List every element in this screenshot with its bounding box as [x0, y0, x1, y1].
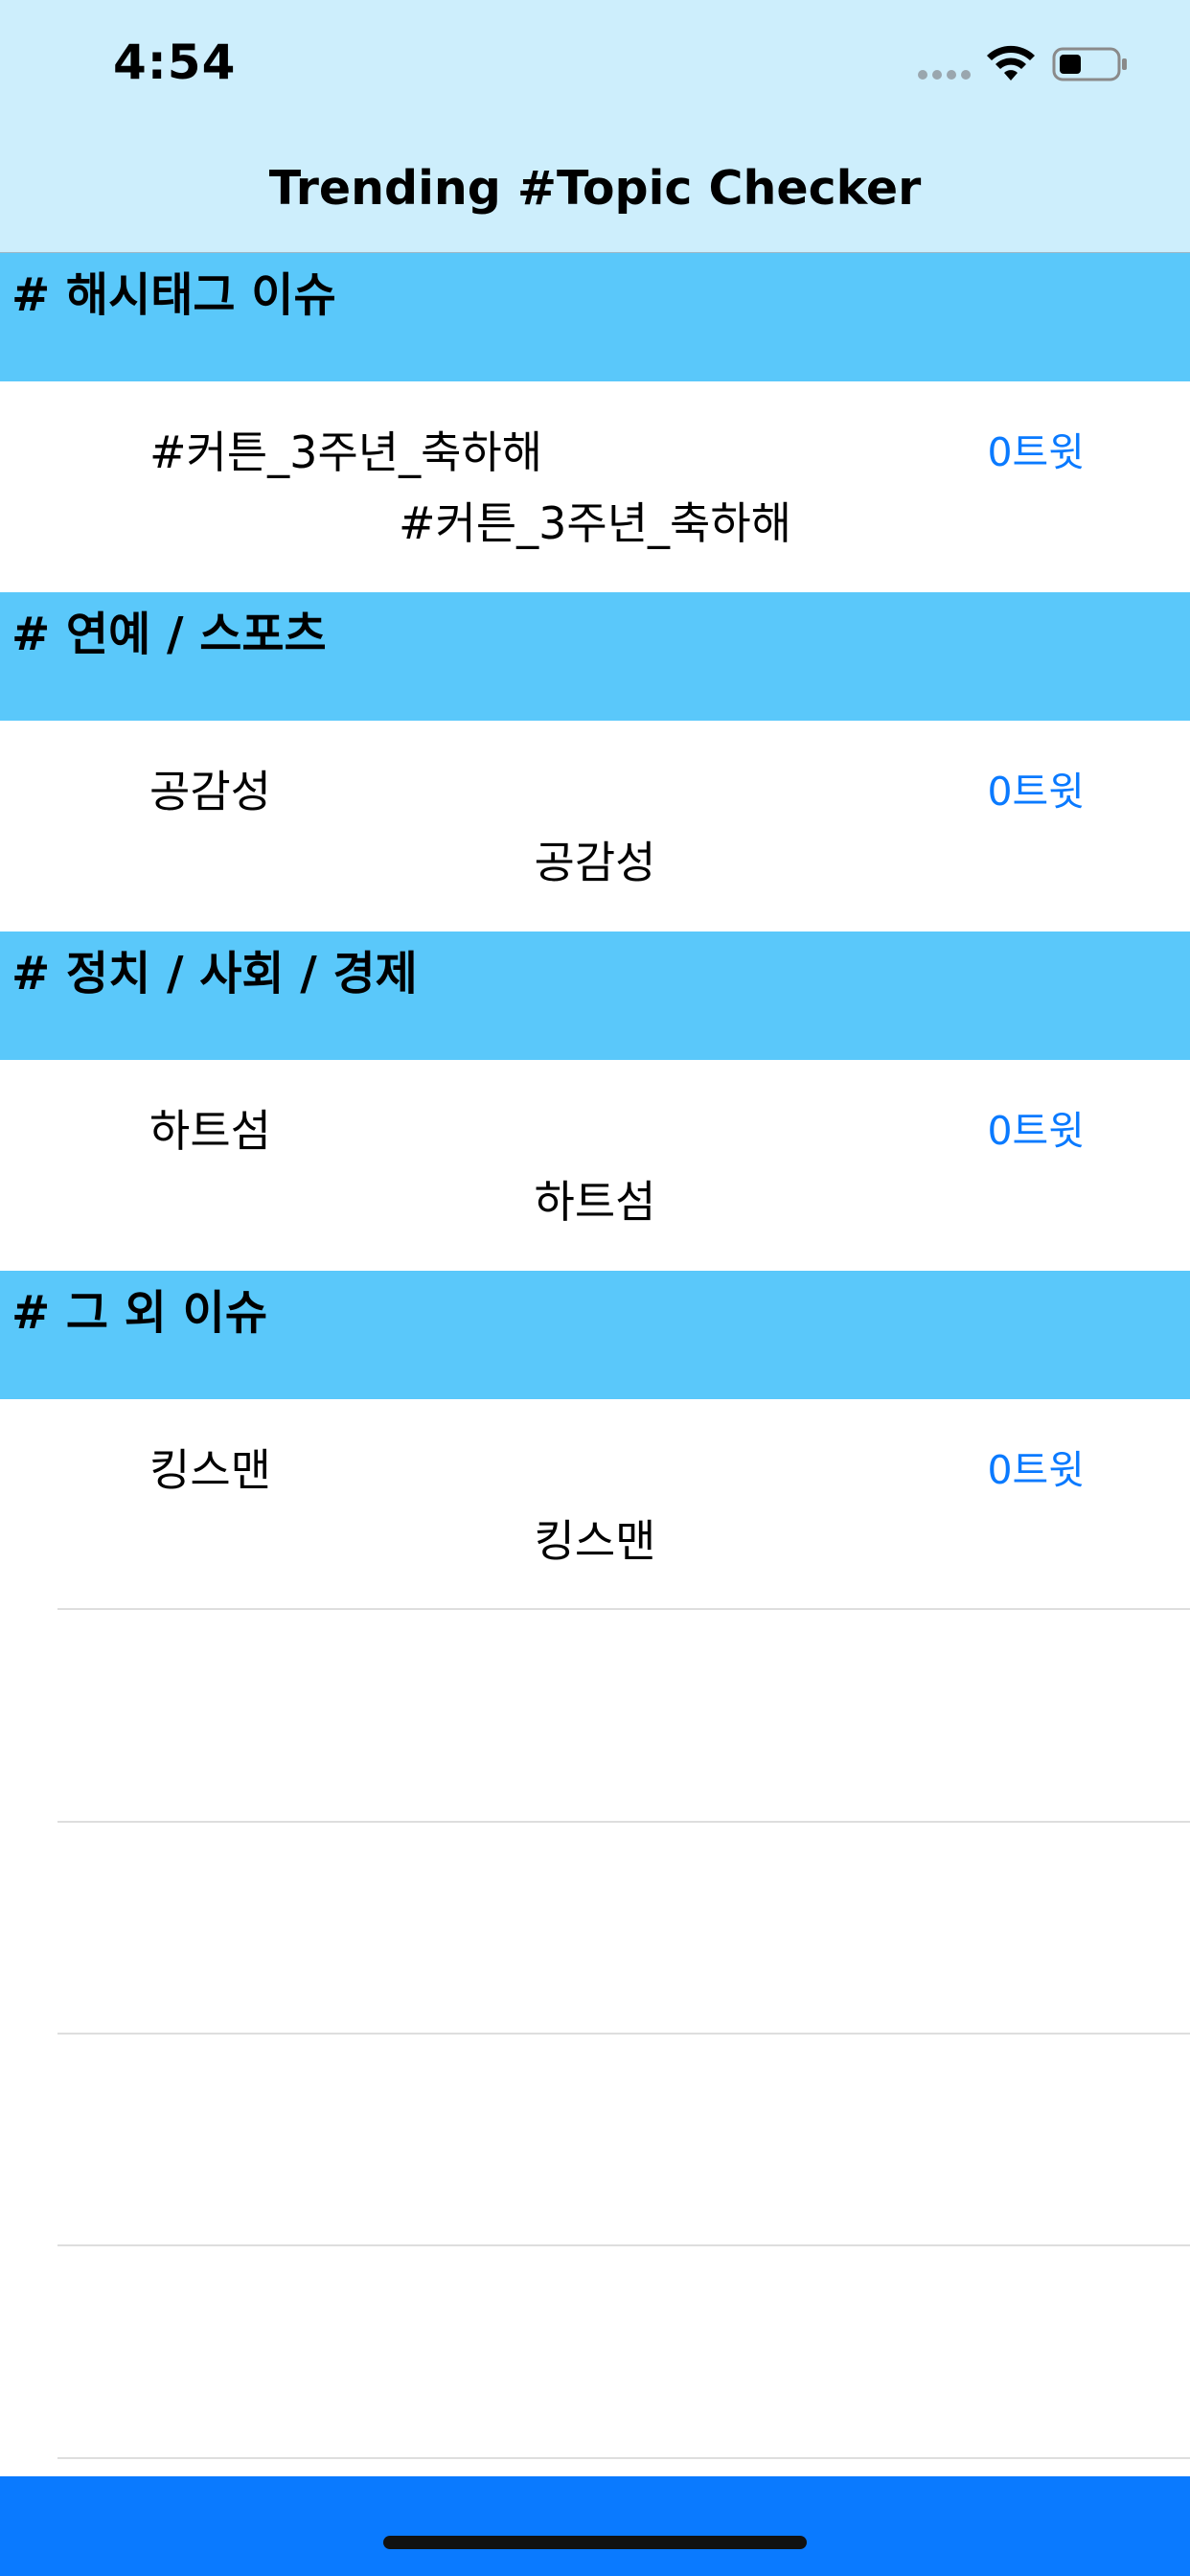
- topic-row[interactable]: 하트섬 0트윗 하트섬: [0, 1060, 1190, 1271]
- topic-subtitle: 킹스맨: [534, 1515, 656, 1567]
- section-header: # 그 외 이슈: [0, 1271, 1190, 1399]
- signal-dots-icon: [918, 70, 972, 81]
- wifi-icon: [987, 45, 1035, 80]
- section-header: # 정치 / 사회 / 경제: [0, 932, 1190, 1060]
- topic-title: 하트섬: [149, 1105, 271, 1157]
- tweet-count: 0트윗: [987, 1108, 1085, 1154]
- tweet-count: 0트윗: [987, 769, 1085, 815]
- topic-row[interactable]: #커튼_3주년_축하해 0트윗 #커튼_3주년_축하해: [0, 381, 1190, 592]
- row-separator: [57, 2457, 1190, 2459]
- tweet-count: 0트윗: [987, 429, 1085, 475]
- topic-subtitle: 공감성: [534, 837, 656, 888]
- home-indicator[interactable]: [383, 2536, 807, 2549]
- bottom-bar: [0, 2476, 1190, 2576]
- topic-title: 공감성: [149, 766, 271, 817]
- section-header: # 연예 / 스포츠: [0, 592, 1190, 721]
- row-separator: [57, 1608, 1190, 1610]
- section-header: # 해시태그 이슈: [0, 253, 1190, 381]
- topic-title: #커튼_3주년_축하해: [149, 426, 543, 478]
- navigation-bar: 4:54 Trending #Topic Checker: [0, 0, 1190, 253]
- page-title: Trending #Topic Checker: [268, 161, 922, 216]
- tweet-count: 0트윗: [987, 1447, 1085, 1493]
- topic-row[interactable]: 킹스맨 0트윗 킹스맨: [0, 1399, 1190, 1610]
- section-title: # 연예 / 스포츠: [11, 608, 327, 661]
- topic-row[interactable]: 공감성 0트윗 공감성: [0, 721, 1190, 932]
- status-time: 4:54: [113, 34, 237, 90]
- app-screen: 4:54 Trending #Topic Checker # 해시태그 이슈 #…: [0, 0, 1190, 2576]
- topic-title: 킹스맨: [149, 1444, 271, 1496]
- row-separator: [57, 2033, 1190, 2035]
- topic-subtitle: 하트섬: [534, 1176, 656, 1228]
- topic-subtitle: #커튼_3주년_축하해: [398, 497, 792, 549]
- battery-icon: [1052, 47, 1127, 81]
- section-title: # 그 외 이슈: [11, 1286, 267, 1340]
- row-separator: [57, 2244, 1190, 2246]
- row-separator: [57, 1821, 1190, 1823]
- section-title: # 정치 / 사회 / 경제: [11, 947, 418, 1000]
- section-title: # 해시태그 이슈: [11, 268, 336, 322]
